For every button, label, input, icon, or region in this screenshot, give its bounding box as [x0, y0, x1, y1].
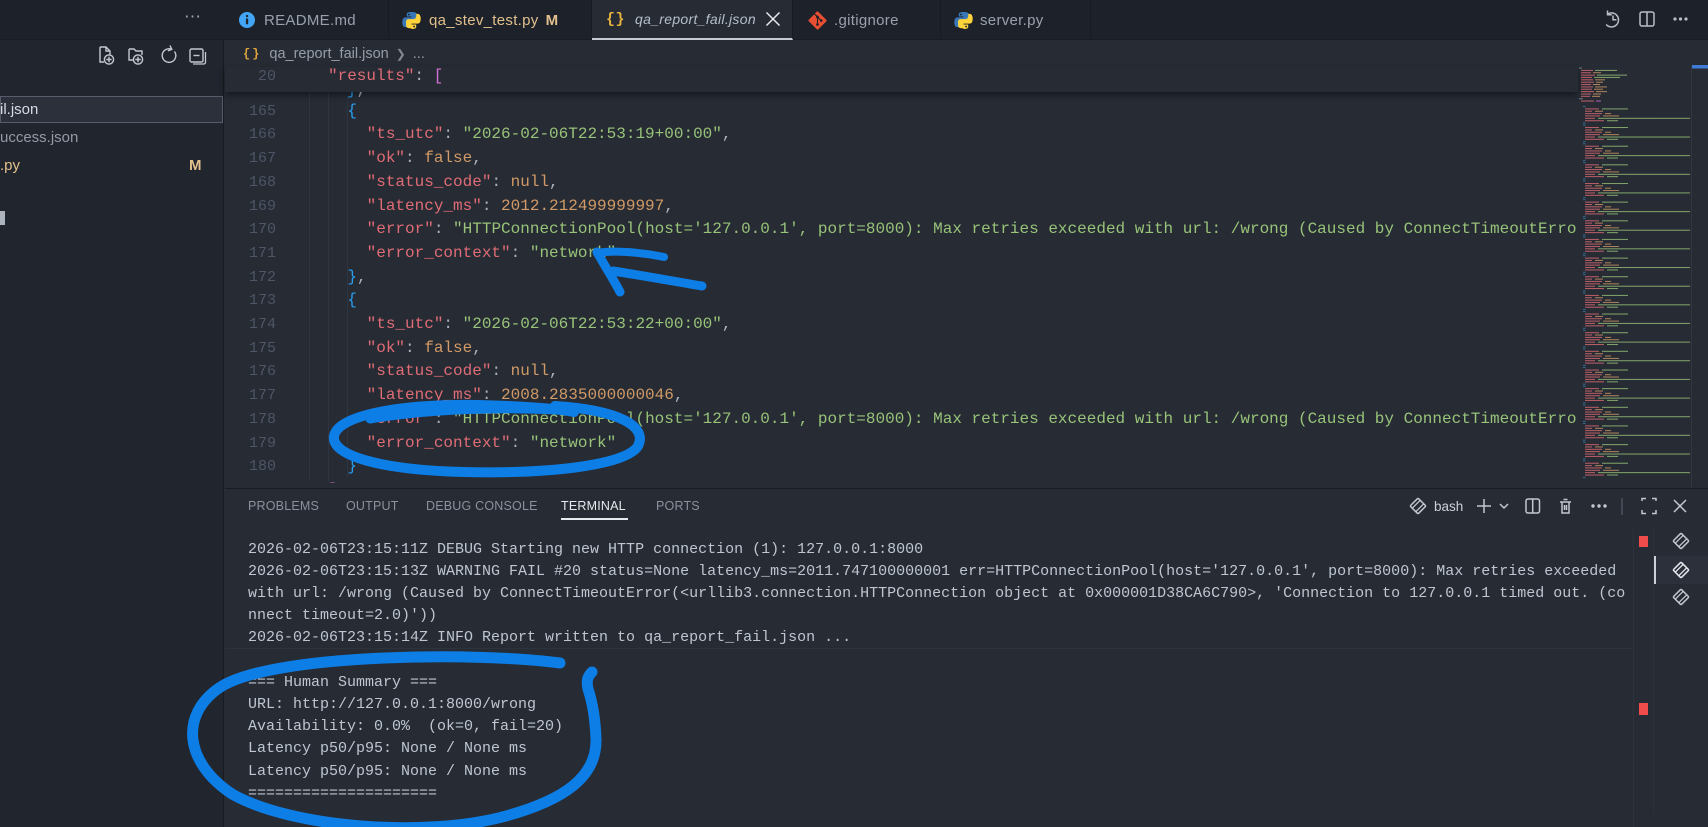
svg-text:bash: bash [1434, 499, 1463, 514]
